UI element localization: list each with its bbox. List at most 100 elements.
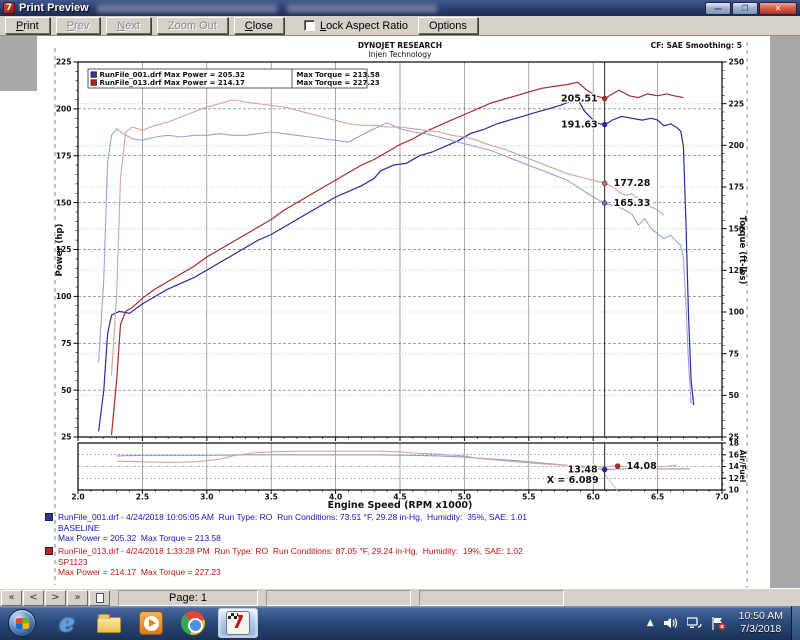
power-tick-label: 150 [56, 198, 72, 207]
report-title: DYNOJET RESEARCH [358, 41, 442, 50]
airfuel-tick-label: 14 [729, 462, 739, 471]
cursor-value-label: 177.28 [614, 178, 651, 189]
taskbar-ie-icon[interactable]: e [52, 608, 82, 638]
print-button[interactable]: Print [5, 17, 50, 34]
torque-tick-label: 175 [729, 183, 745, 192]
start-button[interactable] [8, 609, 36, 637]
taskbar-clock[interactable]: 10:50 AM 7/3/2018 [739, 610, 783, 636]
power-axis-title: Power (hp) [55, 224, 65, 277]
network-icon[interactable] [687, 617, 702, 629]
redacted-title-text [97, 4, 277, 13]
cursor-marker-dot [602, 467, 607, 472]
legend-swatch-run1 [91, 72, 97, 78]
app-icon: 7 [3, 2, 15, 14]
close-button[interactable]: Close [234, 17, 284, 34]
titlebar: 7 Print Preview — ❐ ✕ [0, 0, 800, 16]
system-tray: ▲ 10:50 AM 7/3/2018 [647, 606, 800, 640]
airfuel-tick-label: 16 [729, 450, 739, 459]
run2-max-values: Max Power = 214.17 Max Torque = 227.23 [58, 567, 523, 578]
page-setup-button[interactable] [89, 590, 110, 606]
power-tick-label: 225 [56, 58, 72, 67]
grid-layer [78, 62, 722, 490]
cursor-marker-dot [615, 464, 620, 469]
window-title: Print Preview [19, 2, 89, 14]
media-player-icon [139, 611, 163, 635]
run1-conditions: RunFile_001.drf - 4/24/2018 10:05:05 AM … [58, 512, 527, 523]
preview-pane: DYNOJET RESEARCH Injen Technology CF: SA… [0, 36, 800, 588]
legend: RunFile_001.drf Max Power = 205.32 Max T… [88, 69, 380, 88]
cursor-value-label: 191.63 [561, 120, 598, 131]
power-tick-label: 100 [56, 292, 72, 301]
rpm-tick-label: 3.0 [200, 493, 213, 502]
cursor-marker-dot [602, 96, 607, 101]
volume-icon[interactable] [664, 617, 678, 629]
taskbar-chrome-icon[interactable] [178, 608, 208, 638]
next-button[interactable]: Next [106, 17, 151, 34]
cursor-value-label: 205.51 [561, 94, 598, 105]
zoom-out-button[interactable]: Zoom Out [157, 17, 228, 34]
cursor-x-label: X = 6.089 [547, 475, 599, 486]
windows-flag-icon [16, 618, 30, 630]
power-tick-label: 75 [61, 339, 71, 348]
options-button[interactable]: Options [418, 17, 478, 34]
clock-date: 7/3/2018 [739, 623, 783, 636]
airfuel-tick-label: 12 [729, 474, 739, 483]
rpm-tick-label: 6.0 [587, 493, 600, 502]
cursor-value-label: 14.08 [627, 461, 657, 472]
statusbar-panel [266, 590, 411, 606]
airfuel-tick-label: 18 [729, 439, 739, 448]
legend-run2-power: RunFile_013.drf Max Power = 214.17 [100, 79, 246, 87]
prev-page-button[interactable]: < [23, 590, 44, 606]
show-desktop-button[interactable] [791, 606, 800, 640]
document-icon [96, 593, 104, 603]
curve-runfile-013-torque [112, 100, 665, 375]
internet-explorer-icon: e [59, 611, 74, 635]
prev-button[interactable]: Prev [56, 17, 101, 34]
close-window-button[interactable]: ✕ [759, 2, 797, 15]
power-tick-label: 200 [56, 105, 72, 114]
lock-aspect-ratio-label: Lock Aspect Ratio [320, 20, 408, 32]
run1-label: BASELINE [58, 523, 527, 534]
torque-axis-title: Torque (ft-lbs) [737, 216, 747, 285]
taskbar-dynojet-active-app[interactable]: 7 [218, 608, 258, 638]
legend-run2-torque: Max Torque = 227.23 [297, 79, 380, 87]
rpm-tick-label: 2.5 [136, 493, 149, 502]
run2-conditions: RunFile_013.drf - 4/24/2018 1:33:28 PM R… [58, 546, 523, 557]
last-page-button[interactable]: » [67, 590, 88, 606]
next-page-button[interactable]: > [45, 590, 66, 606]
legend-swatch-run2 [91, 80, 97, 86]
cursor-layer[interactable]: X = 6.089205.51191.63177.28165.3313.4814… [547, 62, 657, 490]
lock-aspect-ratio-checkbox[interactable] [304, 20, 315, 31]
taskbar: e 7 ▲ 10:50 AM 7/3/2018 [0, 606, 800, 640]
chrome-icon [181, 611, 205, 635]
torque-tick-label: 225 [729, 99, 745, 108]
smoothing-info: CF: SAE Smoothing: 5 [651, 41, 742, 50]
redacted-title-text [287, 4, 437, 13]
cursor-marker-dot [602, 181, 607, 186]
run2-swatch-icon [45, 547, 53, 555]
cursor-marker-dot [602, 122, 607, 127]
dynojet-winpep-icon: 7 [226, 611, 250, 635]
page-indicator: Page: 1 [118, 590, 258, 606]
print-preview-toolbar: Print Prev Next Zoom Out Close Lock Aspe… [0, 16, 800, 36]
run2-label: SP1123 [58, 557, 523, 568]
taskbar-media-player-icon[interactable] [136, 608, 166, 638]
action-center-flag-icon[interactable] [711, 617, 726, 630]
x-axis-title: Engine Speed (RPM x1000) [328, 500, 473, 511]
restore-button[interactable]: ❐ [732, 2, 758, 15]
rpm-tick-label: 5.5 [522, 493, 535, 502]
power-tick-label: 25 [61, 433, 71, 442]
power-tick-label: 50 [61, 386, 71, 395]
folder-icon [97, 617, 121, 633]
minimize-button[interactable]: — [705, 2, 731, 15]
first-page-button[interactable]: « [1, 590, 22, 606]
run1-swatch-icon [45, 513, 53, 521]
dyno-chart: DYNOJET RESEARCH Injen Technology CF: SA… [0, 36, 800, 588]
print-preview-window: 7 Print Preview — ❐ ✕ Print Prev Next Zo… [0, 0, 800, 640]
taskbar-explorer-icon[interactable] [94, 608, 124, 638]
torque-tick-label: 100 [729, 308, 745, 317]
lock-aspect-ratio-control: Lock Aspect Ratio [304, 20, 408, 32]
rpm-tick-label: 3.5 [265, 493, 278, 502]
tray-expand-icon[interactable]: ▲ [647, 618, 654, 628]
torque-tick-label: 50 [729, 391, 739, 400]
